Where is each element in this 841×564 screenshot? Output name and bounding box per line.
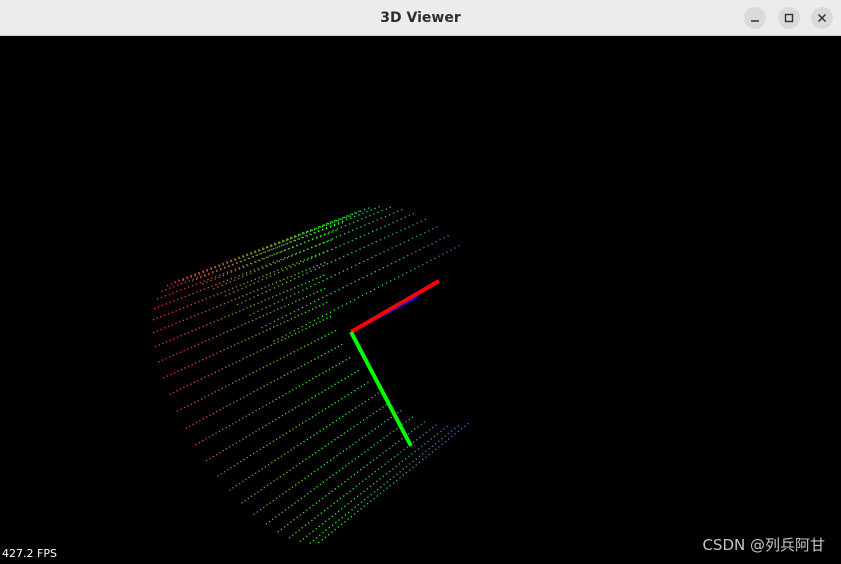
minimize-icon [751,20,759,22]
viewer-window: 3D Viewer 427.2 FPS CSDN @列兵阿甘 [0,0,841,564]
watermark: CSDN @列兵阿甘 [702,536,825,554]
3d-scene[interactable] [0,36,841,564]
minimize-button[interactable] [744,7,766,29]
point-cloud [152,206,469,544]
x-axis [349,279,441,334]
maximize-icon [784,13,794,23]
close-icon [817,13,827,23]
title-bar[interactable]: 3D Viewer [0,0,841,36]
coordinate-axes [349,279,441,447]
maximize-button[interactable] [778,7,800,29]
fps-counter: 427.2 FPS [2,547,57,560]
3d-viewport[interactable] [0,36,841,564]
y-axis [349,331,413,447]
close-button[interactable] [811,7,833,29]
window-title: 3D Viewer [380,10,461,26]
